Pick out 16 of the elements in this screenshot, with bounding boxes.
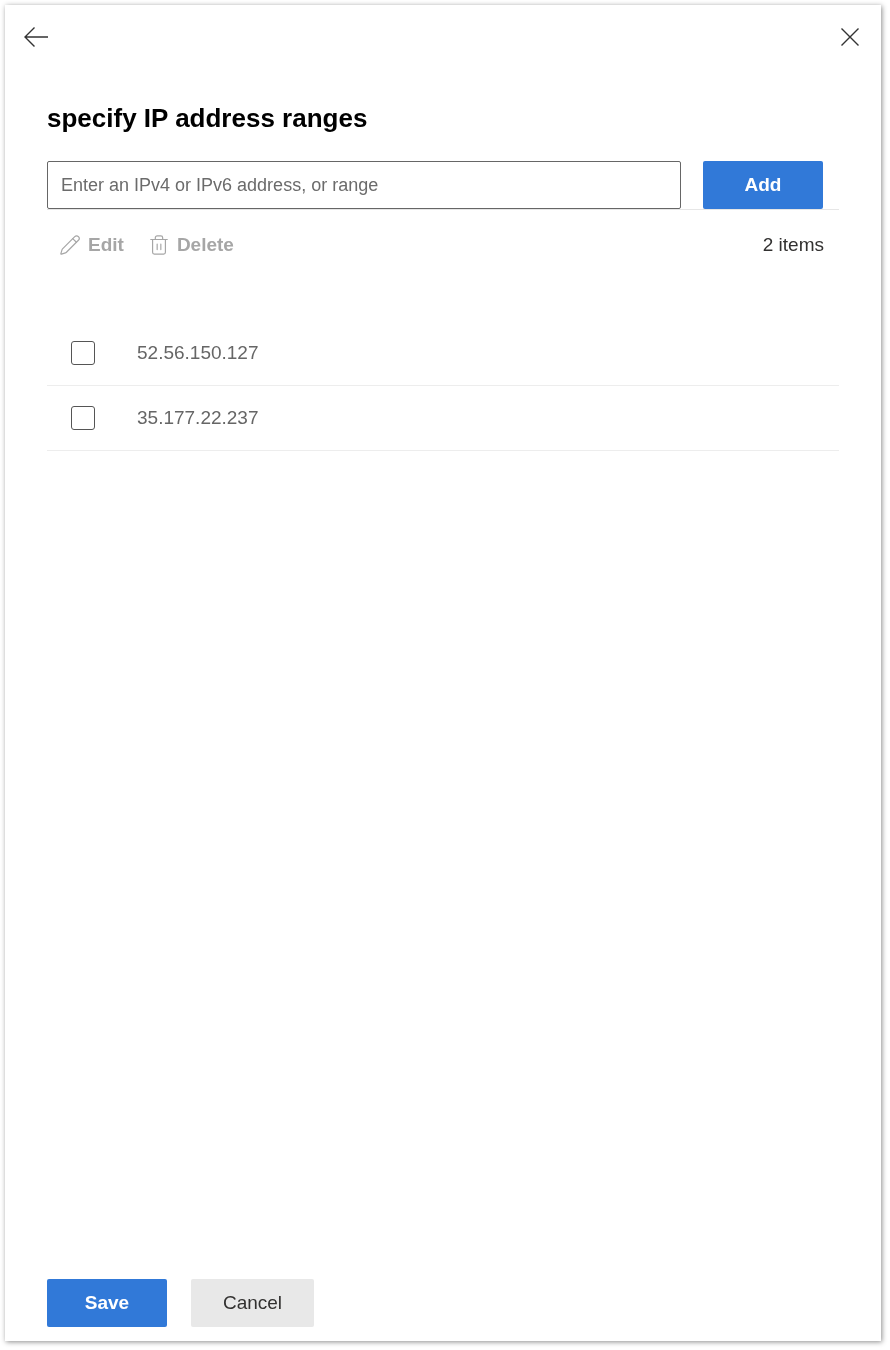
- ip-address-text: 35.177.22.237: [137, 405, 259, 430]
- ip-address-text: 52.56.150.127: [137, 340, 259, 365]
- row-checkbox[interactable]: [71, 406, 95, 430]
- item-count: 2 items: [762, 232, 824, 257]
- close-icon: [841, 28, 859, 46]
- back-button[interactable]: [23, 26, 49, 48]
- ip-address-input[interactable]: Enter an IPv4 or IPv6 address, or range: [47, 161, 681, 209]
- pencil-icon: [59, 234, 81, 256]
- cancel-button[interactable]: Cancel: [191, 1279, 314, 1327]
- trash-icon: [147, 234, 170, 256]
- close-button[interactable]: [840, 27, 860, 47]
- back-arrow-icon: [23, 27, 49, 47]
- row-checkbox[interactable]: [71, 341, 95, 365]
- dialog-title: specify IP address ranges: [47, 102, 369, 135]
- save-button[interactable]: Save: [47, 1279, 167, 1327]
- add-button[interactable]: Add: [703, 161, 823, 209]
